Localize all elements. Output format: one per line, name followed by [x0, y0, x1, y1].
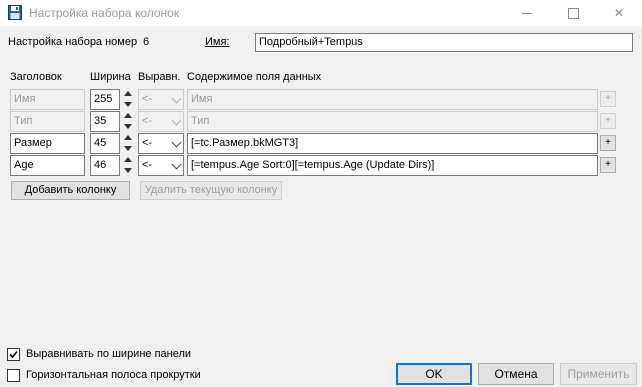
- minimize-button[interactable]: [504, 0, 550, 26]
- window-title: Настройка набора колонок: [29, 6, 180, 20]
- maximize-icon: [567, 7, 579, 19]
- row-align-select[interactable]: <-: [138, 133, 184, 154]
- row-width-input[interactable]: 46: [90, 155, 120, 176]
- name-input[interactable]: Подробный+Tempus: [255, 33, 633, 52]
- row-insert-field-button[interactable]: +: [600, 135, 616, 151]
- fit-width-checkbox[interactable]: [7, 348, 20, 361]
- row-content-input[interactable]: [=tc.Размер.bkMGT3]: [187, 133, 598, 154]
- row-align-select[interactable]: <-: [138, 155, 184, 176]
- spin-down-icon[interactable]: [124, 102, 132, 107]
- title-bar: Настройка набора колонок ✕: [0, 0, 642, 26]
- column-header-width: Ширина: [90, 71, 131, 83]
- align-value: <-: [142, 115, 153, 127]
- spin-up-icon[interactable]: [124, 135, 132, 140]
- chevron-down-icon: [171, 115, 182, 126]
- ok-button[interactable]: OK: [396, 363, 472, 385]
- row-align-select: <-: [138, 111, 184, 132]
- row-content-input: Имя: [187, 89, 598, 110]
- row-width-input[interactable]: 255: [90, 89, 120, 110]
- add-column-button[interactable]: Добавить колонку: [11, 181, 130, 200]
- align-value: <-: [142, 93, 153, 105]
- fit-width-label[interactable]: Выравнивать по ширине панели: [26, 348, 191, 360]
- align-value: <-: [142, 137, 153, 149]
- row-content-input: Тип: [187, 111, 598, 132]
- row-width-input[interactable]: 45: [90, 133, 120, 154]
- floppy-disk-icon: [8, 5, 22, 20]
- cancel-button[interactable]: Отмена: [478, 363, 554, 385]
- hscroll-label[interactable]: Горизонтальная полоса прокрутки: [26, 369, 201, 381]
- row-align-select: <-: [138, 89, 184, 110]
- row-content-input[interactable]: [=tempus.Age Sort:0][=tempus.Age (Update…: [187, 155, 598, 176]
- row-insert-field-button: +: [600, 113, 616, 129]
- width-spinner[interactable]: [123, 111, 133, 132]
- spin-up-icon[interactable]: [124, 91, 132, 96]
- chevron-down-icon: [171, 159, 182, 170]
- width-spinner[interactable]: [123, 155, 133, 176]
- spin-down-icon[interactable]: [124, 146, 132, 151]
- close-button[interactable]: ✕: [596, 0, 642, 26]
- close-icon: ✕: [613, 6, 625, 20]
- row-insert-field-button: +: [600, 91, 616, 107]
- row-title-input[interactable]: Age: [10, 155, 85, 176]
- width-spinner[interactable]: [123, 89, 133, 110]
- row-insert-field-button[interactable]: +: [600, 157, 616, 173]
- set-number-label: Настройка набора номер: [8, 36, 138, 48]
- delete-column-button: Удалить текущую колонку: [140, 181, 282, 200]
- column-header-title: Заголовок: [10, 71, 62, 83]
- align-value: <-: [142, 159, 153, 171]
- checkmark-icon: [9, 350, 18, 359]
- chevron-down-icon: [171, 93, 182, 104]
- hscroll-checkbox[interactable]: [7, 369, 20, 382]
- minimize-icon: [522, 12, 532, 14]
- spin-down-icon[interactable]: [124, 124, 132, 129]
- spin-up-icon[interactable]: [124, 113, 132, 118]
- maximize-button[interactable]: [550, 0, 596, 26]
- column-header-align: Выравн.: [138, 71, 181, 83]
- name-label: Имя:: [205, 36, 230, 48]
- spin-down-icon[interactable]: [124, 168, 132, 173]
- row-width-input[interactable]: 35: [90, 111, 120, 132]
- apply-button: Применить: [560, 363, 637, 385]
- row-title-input: Имя: [10, 89, 85, 110]
- chevron-down-icon: [171, 137, 182, 148]
- column-header-content: Содержимое поля данных: [187, 71, 322, 83]
- set-number-value: 6: [143, 36, 150, 48]
- width-spinner[interactable]: [123, 133, 133, 154]
- row-title-input: Тип: [10, 111, 85, 132]
- row-title-input[interactable]: Размер: [10, 133, 85, 154]
- spin-up-icon[interactable]: [124, 157, 132, 162]
